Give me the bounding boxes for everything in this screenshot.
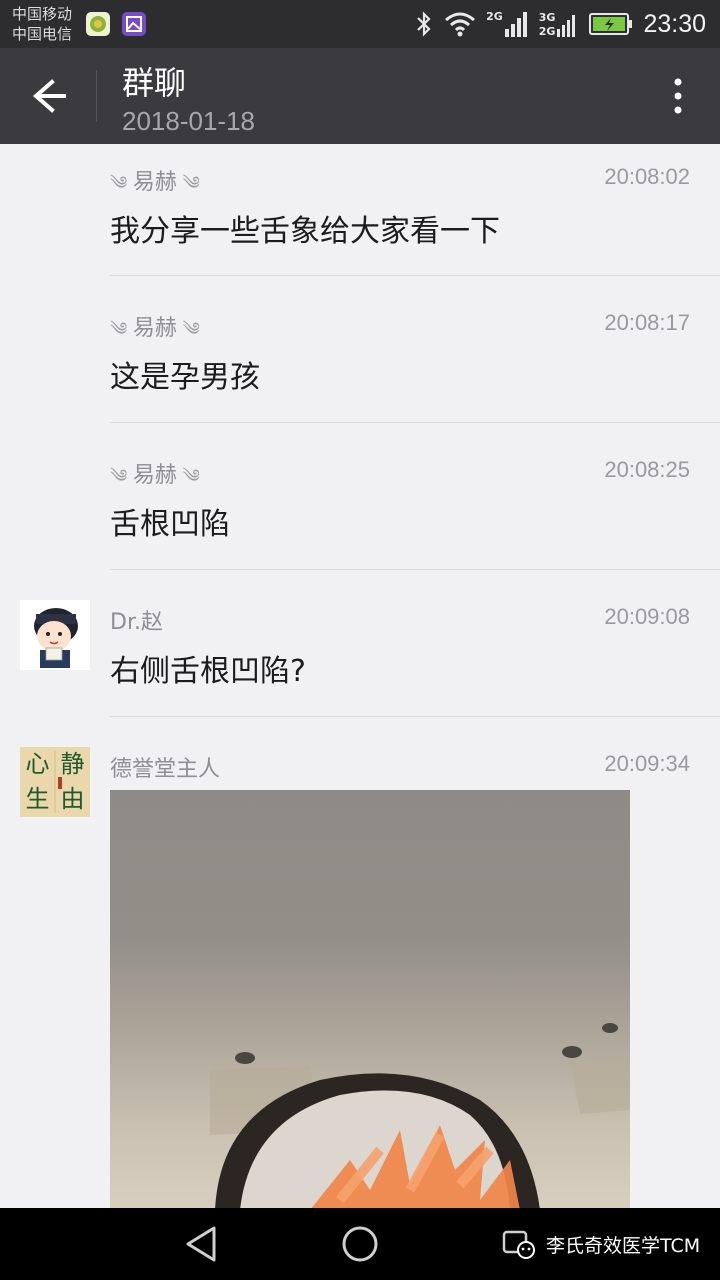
carrier-labels: 中国移动 中国电信	[12, 4, 72, 44]
calligraphy-char: 心	[25, 750, 50, 778]
carrier-2: 中国电信	[12, 25, 73, 43]
battery-icon	[589, 13, 633, 35]
network-type-1: 2G	[486, 10, 503, 23]
notification-app-icon	[86, 12, 110, 36]
carrier-1: 中国移动	[12, 5, 73, 23]
status-bar: 中国移动 中国电信 2G 3G 2G 23:30	[0, 0, 720, 48]
nav-home-button[interactable]	[340, 1224, 380, 1264]
calligraphy-char: 静	[60, 750, 85, 778]
calligraphy-char: 由	[60, 785, 85, 813]
network-type-2a: 3G	[538, 10, 556, 24]
chat-date: 2018-01-18	[122, 106, 255, 136]
gallery-notification-icon	[122, 12, 146, 36]
message-time: 20:08:17	[604, 310, 690, 335]
back-button[interactable]	[22, 74, 74, 118]
message-text: 右侧舌根凹陷?	[110, 654, 306, 689]
sender-name: 德誉堂主人	[110, 757, 221, 782]
message-time: 20:08:02	[604, 164, 690, 189]
navigation-bar: 李氏奇效医学TCM	[0, 1208, 720, 1280]
status-icons: 2G 3G 2G 23:30	[414, 8, 706, 40]
bluetooth-icon	[417, 11, 431, 37]
clock: 23:30	[643, 9, 706, 38]
message-time: 20:08:25	[604, 457, 690, 482]
more-vertical-icon	[674, 78, 682, 114]
message-item[interactable]: ༄ 易赫 ༄ 20:08:02 我分享一些舌象给大家看一下	[0, 144, 720, 276]
message-time: 20:09:34	[604, 751, 690, 776]
triangle-back-icon	[186, 1226, 216, 1262]
message-text: 我分享一些舌象给大家看一下	[110, 214, 500, 249]
sender-name-text: 易赫	[132, 463, 177, 488]
message-text: 舌根凹陷	[110, 507, 230, 542]
message-item[interactable]: ༄ 易赫 ༄ 20:08:25 舌根凹陷	[0, 423, 720, 570]
watermark: 李氏奇效医学TCM	[502, 1226, 700, 1262]
message-item[interactable]: ༄ 易赫 ༄ 20:08:17 这是孕男孩	[0, 276, 720, 423]
sender-name: Dr.赵	[110, 610, 163, 635]
avatar[interactable]	[20, 600, 90, 670]
photo-content	[210, 1023, 630, 1208]
title-divider	[96, 70, 97, 122]
message-time: 20:09:08	[604, 604, 690, 629]
cartoon-avatar-icon	[20, 600, 90, 670]
arrow-left-icon	[32, 79, 66, 113]
calligraphy-avatar[interactable]: 心 静 生 由	[20, 747, 90, 817]
calligraphy-char: 生	[25, 785, 50, 813]
nav-back-button[interactable]	[180, 1222, 222, 1266]
message-text: 这是孕男孩	[110, 360, 260, 395]
chat-title: 群聊	[122, 64, 187, 102]
sender-name-text: 易赫	[132, 170, 177, 195]
sender-name-text: 易赫	[132, 316, 177, 341]
title-bar: 群聊 2018-01-18	[0, 48, 720, 144]
message-item[interactable]: Dr.赵 20:09:08 右侧舌根凹陷?	[0, 570, 720, 717]
calligraphy-text: 心 静 生 由	[20, 747, 90, 817]
more-options-button[interactable]	[666, 76, 690, 116]
message-list[interactable]: ༄ 易赫 ༄ 20:08:02 我分享一些舌象给大家看一下 ༄ 易赫 ༄ 20:…	[0, 144, 720, 1208]
signal-1-icon: 2G	[486, 11, 529, 37]
shared-photo[interactable]	[110, 790, 630, 1208]
wechat-icon	[502, 1230, 535, 1259]
wifi-icon	[445, 12, 476, 37]
network-type-2b: 2G	[538, 24, 556, 38]
watermark-text: 李氏奇效医学TCM	[546, 1234, 701, 1257]
signal-2-icon: 3G 2G	[539, 11, 580, 37]
circle-home-icon	[342, 1226, 378, 1262]
